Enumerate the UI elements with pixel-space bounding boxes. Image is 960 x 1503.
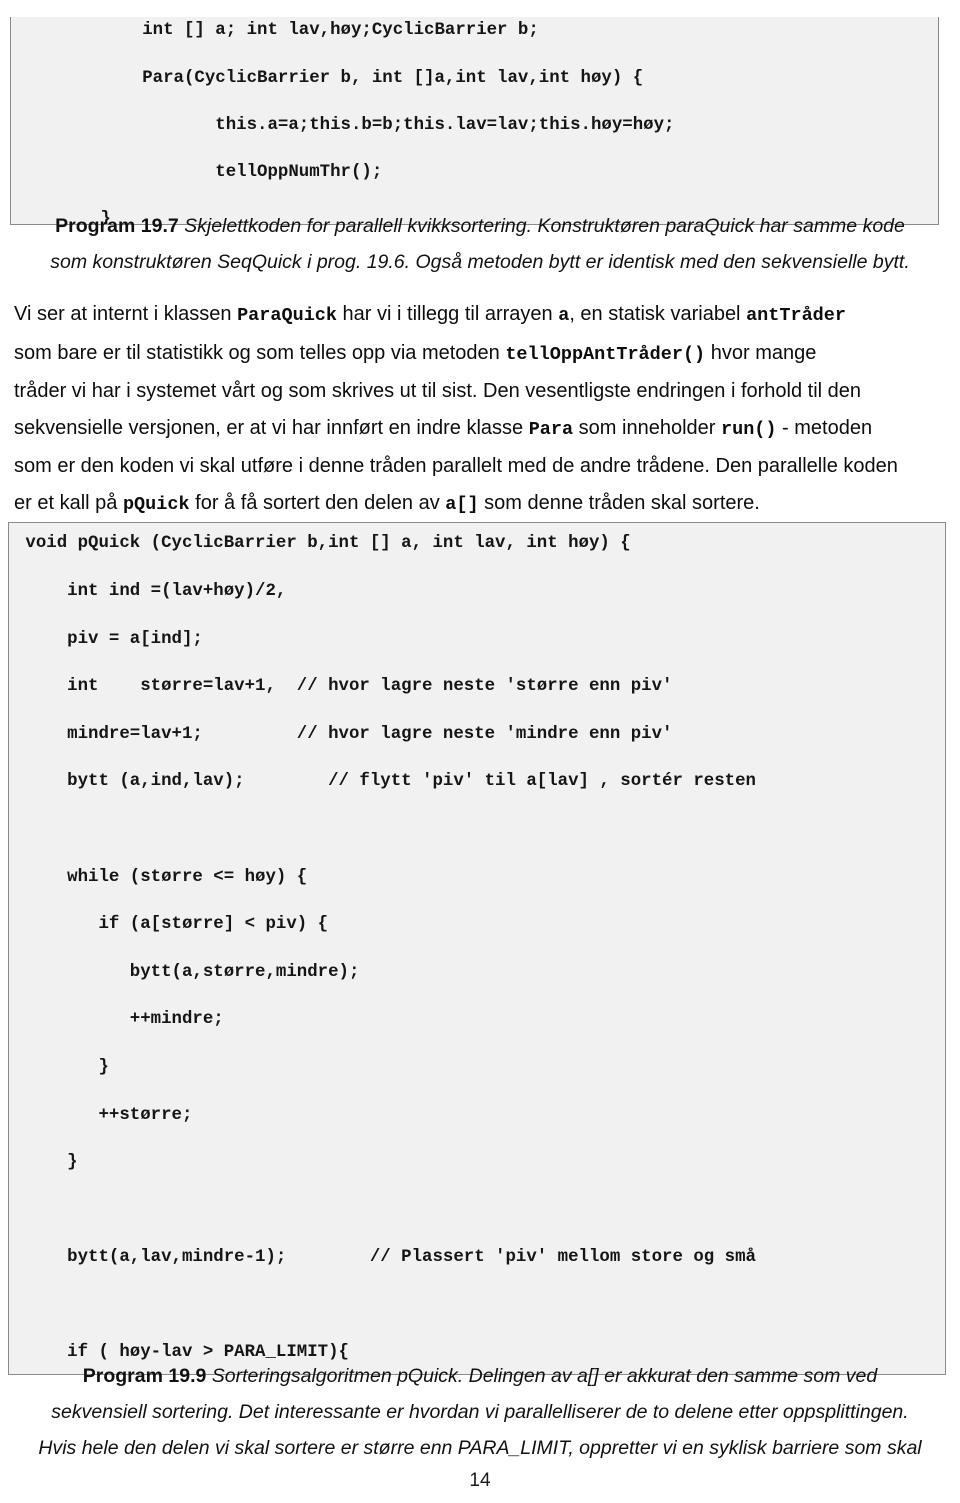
code-line: this.a=a;this.b=b;this.lav=lav;this.høy=…	[17, 115, 675, 135]
caption-program-19-7: Program 19.7 Skjelettkoden for parallell…	[0, 208, 960, 280]
paragraph-line: sekvensielle versjonen, er at vi har inn…	[14, 410, 950, 449]
code-line: }	[15, 1153, 78, 1173]
paragraph-line: som er den koden vi skal utføre i denne …	[14, 448, 950, 485]
page-number: 14	[469, 1470, 491, 1491]
caption-text: som konstruktøren SeqQuick i prog. 19.6.…	[50, 251, 910, 273]
paragraph-line: som bare er til statistikk og som telles…	[14, 335, 950, 374]
code-line: ++mindre;	[15, 1010, 224, 1030]
code-line: bytt(a,lav,mindre-1); // Plassert 'piv' …	[15, 1248, 756, 1268]
code-line: piv = a[ind];	[15, 629, 203, 649]
paragraph-text: Vi ser at internt i klassen	[14, 303, 238, 325]
code-line: }	[15, 1057, 109, 1077]
paragraph-text: som inneholder	[573, 416, 721, 439]
caption-line: sekvensiell sortering. Det interessante …	[0, 1394, 960, 1430]
inline-code: a[]	[445, 493, 479, 515]
paragraph-text: hvor mange	[705, 341, 817, 364]
paragraph-text: sekvensielle versjonen, er at vi har inn…	[14, 416, 529, 439]
body-paragraph: Vi ser at internt i klassen ParaQuick ha…	[14, 296, 950, 523]
code-line: bytt (a,ind,lav); // flytt 'piv' til a[l…	[15, 772, 756, 792]
caption-program-19-9: Program 19.9 Sorteringsalgoritmen pQuick…	[0, 1358, 960, 1466]
inline-code: pQuick	[122, 493, 190, 515]
inline-code: a	[558, 305, 570, 326]
code-line: void pQuick (CyclicBarrier b,int [] a, i…	[15, 534, 631, 554]
inline-code: tellOppAntTråder()	[505, 343, 706, 365]
paragraph-text: som bare er til statistikk og som telles…	[14, 341, 506, 364]
caption-text: Hvis hele den delen vi skal sortere er s…	[38, 1437, 922, 1459]
paragraph-text: har vi i tillegg til arrayen	[337, 303, 559, 325]
caption-line: Hvis hele den delen vi skal sortere er s…	[0, 1430, 960, 1466]
paragraph-line: tråder vi har i systemet vårt og som skr…	[14, 373, 950, 410]
code-line: if (a[større] < piv) {	[15, 915, 329, 935]
code-line: while (større <= høy) {	[15, 867, 308, 887]
inline-code: ParaQuick	[237, 305, 337, 326]
inline-code: Para	[528, 418, 574, 440]
code-line: Para(CyclicBarrier b, int []a,int lav,in…	[17, 68, 644, 88]
code-line: int større=lav+1, // hvor lagre neste 's…	[15, 677, 673, 697]
paragraph-text: tråder vi har i systemet vårt og som skr…	[14, 380, 862, 402]
caption-text: Skjelettkoden for parallell kvikksorteri…	[178, 215, 905, 237]
code-line: bytt(a,større,mindre);	[15, 962, 360, 982]
caption-text: sekvensiell sortering. Det interessante …	[51, 1401, 909, 1423]
code-line: mindre=lav+1; // hvor lagre neste 'mindr…	[15, 724, 673, 744]
paragraph-line: Vi ser at internt i klassen ParaQuick ha…	[14, 296, 950, 335]
code-listing-program-19-9: void pQuick (CyclicBarrier b,int [] a, i…	[8, 522, 946, 1376]
paragraph-text: - metoden	[776, 416, 873, 439]
caption-text: Sorteringsalgoritmen pQuick. Delingen av…	[206, 1365, 878, 1387]
code-listing-program-19-7: int [] a; int lav,høy;CyclicBarrier b; P…	[10, 17, 939, 226]
code-line: int ind =(lav+høy)/2,	[15, 581, 287, 601]
inline-code: antTråder	[746, 305, 846, 326]
paragraph-text: som er den koden vi skal utføre i denne …	[14, 455, 898, 477]
caption-label: Program 19.9	[82, 1365, 207, 1387]
code-line: int [] a; int lav,høy;CyclicBarrier b;	[17, 21, 539, 41]
paragraph-text: , en statisk variabel	[569, 303, 747, 325]
inline-code: run()	[720, 418, 777, 440]
code-line: ++større;	[15, 1105, 193, 1125]
paragraph-line: er et kall på pQuick for å få sortert de…	[14, 485, 950, 524]
caption-line: som konstruktøren SeqQuick i prog. 19.6.…	[0, 244, 960, 280]
paragraph-text: for å få sortert den delen av	[189, 491, 446, 514]
caption-line: Program 19.7 Skjelettkoden for parallell…	[0, 208, 960, 244]
paragraph-text: er et kall på	[14, 491, 123, 514]
document-page: int [] a; int lav,høy;CyclicBarrier b; P…	[0, 0, 960, 1503]
caption-label: Program 19.7	[55, 215, 179, 237]
caption-line: Program 19.9 Sorteringsalgoritmen pQuick…	[0, 1358, 960, 1394]
paragraph-text: som denne tråden skal sortere.	[478, 491, 760, 514]
code-line: tellOppNumThr();	[17, 162, 383, 182]
